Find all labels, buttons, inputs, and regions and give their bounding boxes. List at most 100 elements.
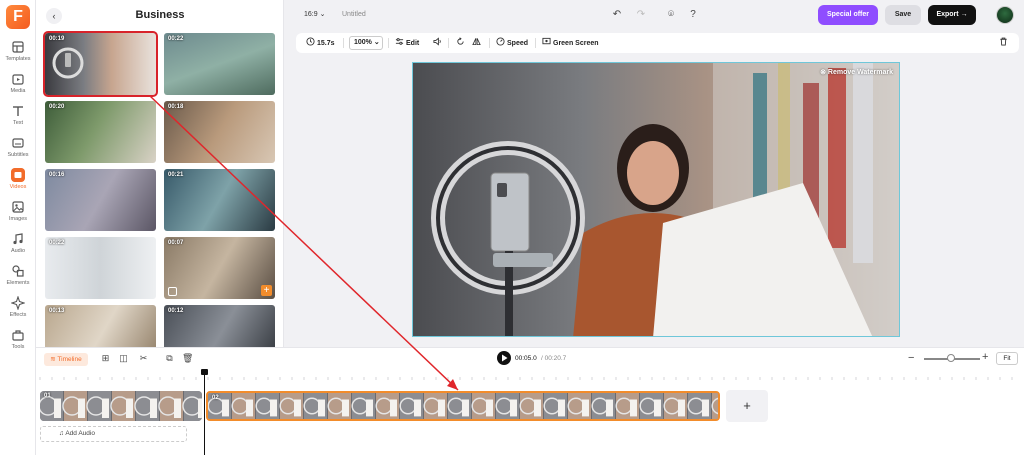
watermark-label: Remove Watermark [827, 69, 893, 76]
special-offer-button[interactable]: Special offer [818, 5, 878, 25]
duration-control[interactable]: 15.7s [306, 37, 335, 49]
rail-item-elements[interactable]: Elements [0, 264, 36, 294]
play-button[interactable] [497, 351, 511, 365]
video-thumb[interactable]: 00:12 [164, 305, 275, 347]
edit-button[interactable]: Edit [395, 37, 419, 49]
volume-button[interactable] [433, 37, 444, 49]
video-thumb[interactable]: 00:22 [164, 33, 275, 95]
speed-button[interactable]: Speed [496, 37, 528, 49]
rail-item-media[interactable]: Media [0, 72, 36, 102]
timeline-icon: ≋ [50, 356, 56, 363]
zoom-out-button[interactable]: − [908, 352, 914, 364]
add-audio-label: Add Audio [65, 430, 95, 437]
rail-label: Subtitles [7, 152, 29, 158]
video-thumb[interactable]: 00:13 [45, 305, 156, 347]
rail-item-templates[interactable]: Templates [0, 40, 36, 70]
export-button[interactable]: Export → [928, 5, 976, 25]
filmstrip-shirt [102, 398, 109, 418]
filmstrip-shirt [414, 399, 421, 417]
divider [535, 38, 536, 48]
trash-icon[interactable]: 🗑 [182, 353, 193, 364]
rail-label: Media [10, 88, 26, 94]
zoom-value: 100% [354, 39, 372, 46]
thumb-preview-icon [168, 287, 177, 296]
thumb-duration: 00:22 [168, 36, 184, 42]
video-thumb[interactable]: 00:21 [164, 169, 275, 231]
sparkle-icon [11, 296, 25, 310]
video-thumb[interactable]: 00:19 [43, 31, 158, 97]
time-ruler [39, 377, 1013, 380]
flip-icon [472, 38, 481, 46]
rotate-button[interactable] [456, 37, 467, 49]
thumb-duration: 00:12 [168, 308, 184, 314]
rail-item-videos[interactable]: Videos [0, 168, 36, 198]
duplicate-icon[interactable]: ⧉ [164, 353, 175, 364]
redo-icon[interactable]: ↷ [635, 9, 647, 21]
add-audio-button[interactable]: ♫ Add Audio [40, 426, 187, 442]
add-track-icon[interactable]: ⊞ [100, 353, 111, 364]
add-to-timeline-button[interactable]: + [261, 285, 272, 296]
timeline-clip[interactable]: 01 [40, 391, 202, 421]
trash-icon [1000, 37, 1007, 46]
delete-button[interactable] [999, 37, 1010, 49]
screenshot-icon[interactable]: ⌾ [665, 9, 677, 21]
toolbox-icon [12, 330, 24, 341]
fit-button[interactable]: Fit [996, 352, 1018, 365]
thumb-duration: 00:19 [49, 36, 65, 42]
zoom-select[interactable]: 100% ⌄ [349, 36, 383, 50]
filmstrip-shirt [222, 399, 229, 417]
video-preview[interactable]: ⊗ Remove Watermark [412, 62, 900, 337]
filmstrip-shirt [534, 399, 541, 417]
export-label: Export [936, 11, 959, 18]
remove-watermark-button[interactable]: ⊗ Remove Watermark [820, 68, 893, 76]
video-thumb[interactable]: 00:18 [164, 101, 275, 163]
rotate-icon [457, 37, 464, 45]
subtitles-icon [12, 138, 24, 148]
scissors-icon[interactable]: ✂ [138, 353, 149, 364]
speedometer-icon [496, 37, 505, 46]
music-note-icon [13, 233, 23, 245]
video-thumb[interactable]: 00:22 [45, 237, 156, 299]
green-screen-button[interactable]: Green Screen [542, 37, 599, 49]
zoom-slider-handle[interactable] [946, 354, 955, 362]
app-logo[interactable]: F [6, 5, 30, 29]
video-thumb[interactable]: 00:07 + [164, 237, 275, 299]
arrow-right-icon: → [960, 11, 968, 18]
video-library-panel: ‹ Business 00:19 00:22 00:20 00:18 00:16… [36, 0, 284, 347]
filmstrip-shirt [366, 399, 373, 417]
save-button[interactable]: Save [885, 5, 921, 25]
flip-button[interactable] [472, 37, 483, 49]
playhead[interactable] [204, 369, 205, 455]
filmstrip-shirt [462, 399, 469, 417]
timeline-header: ≋ Timeline ⊞ ◫ ✂ ⧉ 🗑 00:05.0 / 00:20.7 −… [36, 347, 1024, 369]
add-clip-button[interactable]: + [726, 390, 768, 422]
rail-item-text[interactable]: Text [0, 104, 36, 134]
rail-item-images[interactable]: Images [0, 200, 36, 230]
undo-icon[interactable]: ↶ [611, 9, 623, 21]
split-view-icon[interactable]: ◫ [118, 353, 129, 364]
filmstrip-shirt [510, 399, 517, 417]
filmstrip-shirt [294, 399, 301, 417]
media-icon [12, 74, 24, 85]
thumb-duration: 00:07 [168, 240, 184, 246]
elements-icon [12, 265, 24, 277]
avatar[interactable] [996, 6, 1014, 24]
help-icon[interactable]: ? [687, 9, 699, 21]
filmstrip-shirt [654, 399, 661, 417]
zoom-in-button[interactable]: + [982, 351, 988, 363]
filmstrip-shirt [126, 398, 133, 418]
divider [343, 38, 344, 48]
video-thumb[interactable]: 00:16 [45, 169, 156, 231]
rail-item-subtitles[interactable]: Subtitles [0, 136, 36, 166]
tab-timeline[interactable]: ≋ Timeline [44, 353, 88, 366]
video-thumb[interactable]: 00:20 [45, 101, 156, 163]
filmstrip-shirt [174, 398, 181, 418]
aspect-ratio-select[interactable]: 16:9 ⌄ [304, 10, 325, 18]
rail-item-effects[interactable]: Effects [0, 296, 36, 326]
timeline-clip-selected[interactable]: 02 [206, 391, 720, 421]
play-icon [502, 354, 508, 362]
rail-item-tools[interactable]: Tools [0, 328, 36, 358]
project-title[interactable]: Untitled [342, 11, 366, 18]
rail-item-audio[interactable]: Audio [0, 232, 36, 262]
chevron-down-icon: ⌄ [319, 11, 326, 18]
